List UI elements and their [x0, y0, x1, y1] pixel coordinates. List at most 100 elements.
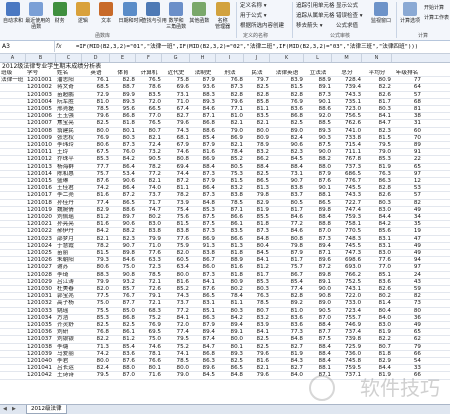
table-cell[interactable]: 89.1: [217, 329, 243, 336]
table-cell[interactable]: 87.1: [217, 207, 243, 214]
table-cell[interactable]: [1, 293, 25, 300]
table-cell[interactable]: 孙亮亮: [57, 221, 81, 228]
table-cell[interactable]: 1201023: [27, 236, 55, 243]
table-cell[interactable]: 80.8: [271, 236, 303, 243]
table-cell[interactable]: 82.6: [363, 286, 391, 293]
table-cell[interactable]: 63.3: [137, 257, 161, 264]
table-cell[interactable]: 88.8: [305, 221, 331, 228]
table-cell[interactable]: 89.6: [305, 257, 331, 264]
table-cell[interactable]: 54: [393, 358, 421, 365]
table-cell[interactable]: 81.6: [83, 221, 109, 228]
table-cell[interactable]: 84.1: [245, 257, 269, 264]
table-cell[interactable]: 87.1: [191, 113, 215, 120]
table-cell[interactable]: 81.8: [217, 250, 243, 257]
table-cell[interactable]: 1201031: [27, 293, 55, 300]
table-cell[interactable]: 杨海群: [57, 164, 81, 171]
table-cell[interactable]: [1, 351, 25, 358]
table-cell[interactable]: 李璐: [57, 344, 81, 351]
table-cell[interactable]: 90.6: [271, 142, 303, 149]
table-cell[interactable]: 84.6: [271, 214, 303, 221]
table-cell[interactable]: 87.5: [191, 214, 215, 221]
table-cell[interactable]: [1, 308, 25, 315]
table-cell[interactable]: 24: [393, 272, 421, 279]
ribbon-function-button[interactable]: 逻辑: [72, 2, 94, 36]
table-cell[interactable]: 81.0: [83, 99, 109, 106]
table-cell[interactable]: 83.8: [191, 250, 215, 257]
calculate-now-button[interactable]: 开始计算: [424, 4, 444, 13]
column-header[interactable]: K: [270, 54, 304, 62]
table-cell[interactable]: 75.7: [271, 264, 303, 271]
table-cell[interactable]: 80.4: [363, 308, 391, 315]
table-cell[interactable]: 84.4: [363, 214, 391, 221]
table-cell[interactable]: 1201030: [27, 286, 55, 293]
table-cell[interactable]: 81.9: [245, 207, 269, 214]
table-cell[interactable]: 84.8: [245, 236, 269, 243]
table-cell[interactable]: 80.4: [245, 243, 269, 250]
table-cell[interactable]: 81.6: [245, 358, 269, 365]
table-cell[interactable]: 84.6: [191, 106, 215, 113]
table-cell[interactable]: 87.3: [191, 192, 215, 199]
table-cell[interactable]: 82.1: [217, 142, 243, 149]
table-cell[interactable]: 97: [393, 171, 421, 178]
table-cell[interactable]: 85.3: [245, 279, 269, 286]
table-cell[interactable]: 85.1: [191, 308, 215, 315]
table-cell[interactable]: 87.3: [217, 84, 243, 91]
table-cell[interactable]: 87.6: [83, 178, 109, 185]
table-cell[interactable]: 77: [393, 77, 421, 84]
table-cell[interactable]: 76.9: [137, 322, 161, 329]
table-cell[interactable]: 81.2: [245, 264, 269, 271]
column-header[interactable]: L: [304, 54, 332, 62]
table-cell[interactable]: 86.8: [191, 120, 215, 127]
table-cell[interactable]: 739.4: [333, 84, 361, 91]
table-cell[interactable]: 748.3: [333, 236, 361, 243]
table-cell[interactable]: 80.2: [217, 286, 243, 293]
table-cell[interactable]: 89.8: [111, 250, 135, 257]
table-cell[interactable]: 83.2: [245, 149, 269, 156]
table-cell[interactable]: 92.0: [305, 113, 331, 120]
table-cell[interactable]: 89.8: [305, 207, 331, 214]
table-cell[interactable]: 79.0: [363, 149, 391, 156]
table-cell[interactable]: 87.2: [111, 192, 135, 199]
table-cell[interactable]: 75.5: [83, 308, 109, 315]
table-cell[interactable]: 81.9: [271, 351, 303, 358]
table-cell[interactable]: 80.2: [363, 293, 391, 300]
name-box[interactable]: A3: [0, 41, 55, 52]
table-cell[interactable]: 83.8: [271, 185, 303, 192]
column-header[interactable]: I: [216, 54, 244, 62]
table-cell[interactable]: 80.5: [217, 164, 243, 171]
table-cell[interactable]: 74.6: [163, 149, 189, 156]
table-cell[interactable]: 93.6: [191, 84, 215, 91]
table-cell[interactable]: 79.5: [83, 372, 109, 379]
table-cell[interactable]: 70: [393, 135, 421, 142]
table-cell[interactable]: 71.0: [163, 99, 189, 106]
table-cell[interactable]: 77.0: [137, 113, 161, 120]
table-cell[interactable]: 82.8: [217, 92, 243, 99]
table-cell[interactable]: [1, 178, 25, 185]
column-header[interactable]: F: [136, 54, 162, 62]
table-cell[interactable]: 84.3: [271, 358, 303, 365]
table-cell[interactable]: 746.9: [333, 322, 361, 329]
table-cell[interactable]: 81.9: [363, 164, 391, 171]
table-cell[interactable]: 88.4: [305, 214, 331, 221]
table-cell[interactable]: 1201029: [27, 279, 55, 286]
table-cell[interactable]: 78.4: [217, 149, 243, 156]
table-cell[interactable]: 75.6: [163, 214, 189, 221]
table-cell[interactable]: 77.2: [137, 171, 161, 178]
tab-nav-first-icon[interactable]: ◀: [3, 406, 7, 412]
table-cell[interactable]: 88.4: [305, 322, 331, 329]
table-cell[interactable]: [1, 128, 25, 135]
table-cell[interactable]: 84.5: [245, 250, 269, 257]
table-cell[interactable]: 71.3: [83, 344, 109, 351]
table-cell[interactable]: 87.2: [163, 178, 189, 185]
table-cell[interactable]: 75.0: [137, 336, 161, 343]
table-cell[interactable]: 736.0: [333, 351, 361, 358]
table-cell[interactable]: 82: [393, 200, 421, 207]
table-cell[interactable]: 90.5: [137, 156, 161, 163]
table-cell[interactable]: 95.6: [111, 106, 135, 113]
table-cell[interactable]: 85.2: [217, 156, 243, 163]
table-cell[interactable]: 71.0: [137, 243, 161, 250]
table-cell[interactable]: 83.8: [217, 192, 243, 199]
table-cell[interactable]: 66.5: [137, 106, 161, 113]
table-cell[interactable]: 82.1: [137, 135, 161, 142]
table-cell[interactable]: 84.8: [217, 372, 243, 379]
